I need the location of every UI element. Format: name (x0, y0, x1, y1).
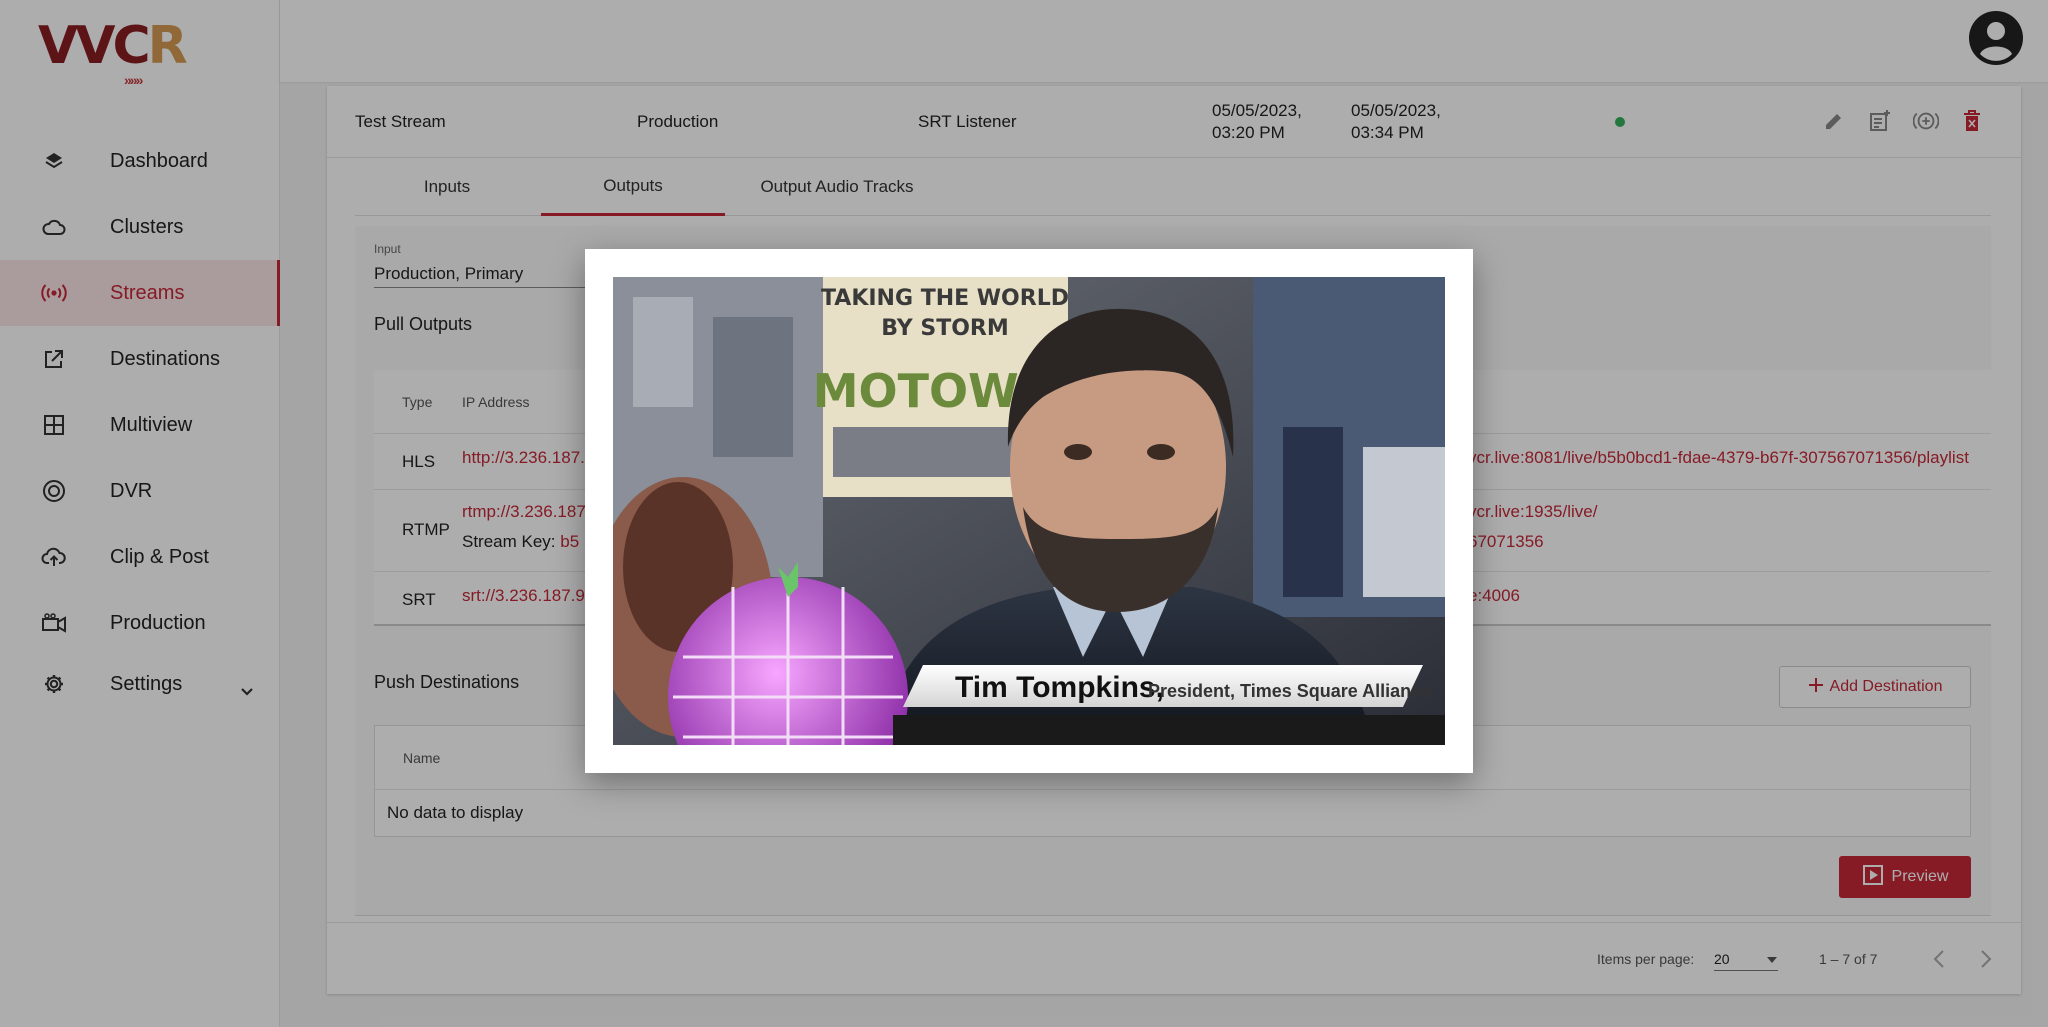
billboard-line-1: TAKING THE WORLD (821, 286, 1069, 311)
video-player[interactable]: TAKING THE WORLD BY STORM MOTOWN Tim Tom… (613, 277, 1445, 745)
preview-modal: TAKING THE WORLD BY STORM MOTOWN Tim Tom… (585, 249, 1473, 773)
lower-third-title: President, Times Square Alliance (1148, 681, 1431, 701)
lower-third-name: Tim Tompkins, (955, 671, 1164, 704)
billboard-line-2: BY STORM (881, 316, 1009, 341)
